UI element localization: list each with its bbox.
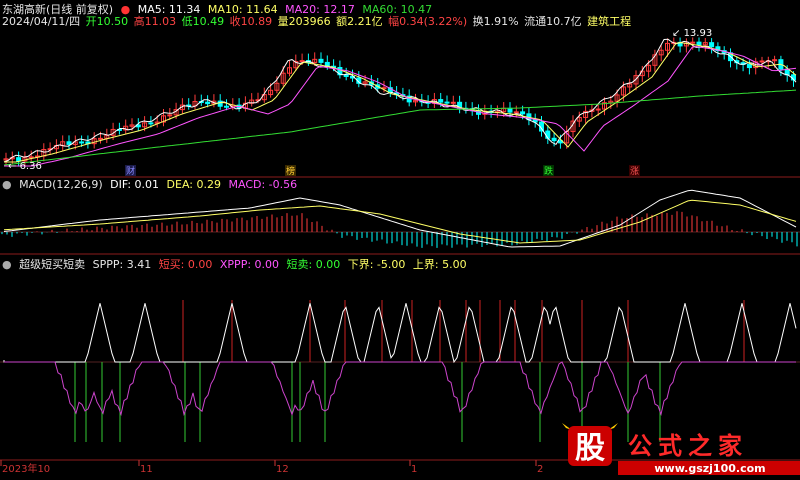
watermark-url: www.gszj100.com <box>654 462 765 475</box>
candle-body <box>148 122 154 125</box>
event-tag[interactable]: 财 <box>126 165 135 177</box>
watermark: 股 公式之家 www.gszj100.com <box>560 420 800 475</box>
low-price-marker: ← 6.36 <box>8 161 42 172</box>
candle-body <box>759 60 765 63</box>
high-price-marker: ↙ 13.93 <box>672 28 712 39</box>
candlestick-series <box>3 37 796 167</box>
upper-bound-value: 上界: 5.00 <box>412 258 467 271</box>
high-value: 高11.03 <box>133 15 177 28</box>
time-axis-label: 2 <box>537 464 543 475</box>
candle-body <box>98 137 103 140</box>
time-axis-ticks <box>0 460 537 466</box>
close-value: 收10.89 <box>229 15 273 28</box>
moving-average-lines <box>3 38 797 167</box>
amount-value: 额2.21亿 <box>336 15 383 28</box>
macd-value: MACD: -0.56 <box>228 178 298 191</box>
industry-label[interactable]: 建筑工程 <box>587 15 631 28</box>
event-tag[interactable]: 涨 <box>630 166 639 177</box>
candle-body <box>746 63 752 69</box>
ma20-line <box>4 45 797 167</box>
candle-body <box>696 41 702 46</box>
float-value: 流通10.7亿 <box>524 15 582 28</box>
indicator-header: ● 超级短买短卖 SPPP: 3.41 短买: 0.00 XPPP: 0.00 … <box>2 256 471 272</box>
candle-body <box>205 101 211 105</box>
lower-bound-value: 下界: -5.00 <box>347 258 406 271</box>
panel-dot-icon: ● <box>2 178 12 191</box>
macd-header: ● MACD(12,26,9) DIF: 0.01 DEA: 0.29 MACD… <box>2 178 301 191</box>
sppp-line <box>3 303 797 364</box>
candle-body <box>438 99 444 103</box>
dea-value: DEA: 0.29 <box>166 178 221 191</box>
candle-body <box>167 114 173 117</box>
low-value: 低10.49 <box>181 15 225 28</box>
macd-name[interactable]: MACD(12,26,9) <box>19 178 103 191</box>
time-axis: 2023年10 11 12 1 2 <box>2 462 543 475</box>
candle-body <box>690 41 696 44</box>
time-axis-label: 12 <box>276 464 289 475</box>
candle-body <box>224 105 229 108</box>
panel-dot-icon: ● <box>2 258 12 271</box>
time-axis-label: 1 <box>411 464 417 475</box>
stock-chart[interactable]: ↙ 13.93 ← 6.36 财 榜 跌 涨 2023年10 11 12 1 2 <box>0 0 800 475</box>
ma10-line <box>4 41 797 163</box>
time-axis-label: 11 <box>140 464 153 475</box>
macd-histogram <box>1 211 798 248</box>
candle-body <box>318 58 324 63</box>
ma5-line <box>3 38 797 163</box>
dif-value: DIF: 0.01 <box>110 178 160 191</box>
event-tag[interactable]: 榜 <box>286 165 295 177</box>
event-tags[interactable]: 财 榜 跌 涨 <box>125 165 640 177</box>
xppp-line <box>4 361 796 417</box>
candle-body <box>79 141 85 144</box>
candle-body <box>299 60 305 63</box>
open-value: 开10.50 <box>85 15 129 28</box>
ohlc-header: 2024/04/11/四 开10.50 高11.03 低10.49 收10.89… <box>2 13 633 29</box>
short-sell-value: 短卖: 0.00 <box>286 258 341 271</box>
logo-glyph: 股 <box>575 431 605 466</box>
indicator-name[interactable]: 超级短买短卖 <box>19 258 85 271</box>
date-label: 2024/04/11/四 <box>2 15 81 28</box>
ma60-line <box>3 89 797 166</box>
watermark-title: 公式之家 <box>628 432 748 460</box>
sppp-value: SPPP: 3.41 <box>92 258 152 271</box>
candle-body <box>507 107 513 113</box>
short-buy-value: 短买: 0.00 <box>158 258 213 271</box>
candle-body <box>551 137 557 142</box>
xppp-value: XPPP: 0.00 <box>219 258 280 271</box>
candle-body <box>28 156 34 159</box>
event-tag[interactable]: 跌 <box>544 166 553 177</box>
candle-body <box>450 101 456 104</box>
turnover-value: 换1.91% <box>472 15 519 28</box>
candle-body <box>66 141 72 145</box>
time-axis-label: 2023年10 <box>2 462 50 475</box>
candle-body <box>444 101 450 104</box>
candle-body <box>520 111 526 115</box>
candle-body <box>513 111 519 114</box>
change-value: 幅0.34(3.22%) <box>388 15 468 28</box>
volume-value: 量203966 <box>277 15 331 28</box>
candle-body <box>709 42 715 48</box>
candle-body <box>595 108 601 111</box>
